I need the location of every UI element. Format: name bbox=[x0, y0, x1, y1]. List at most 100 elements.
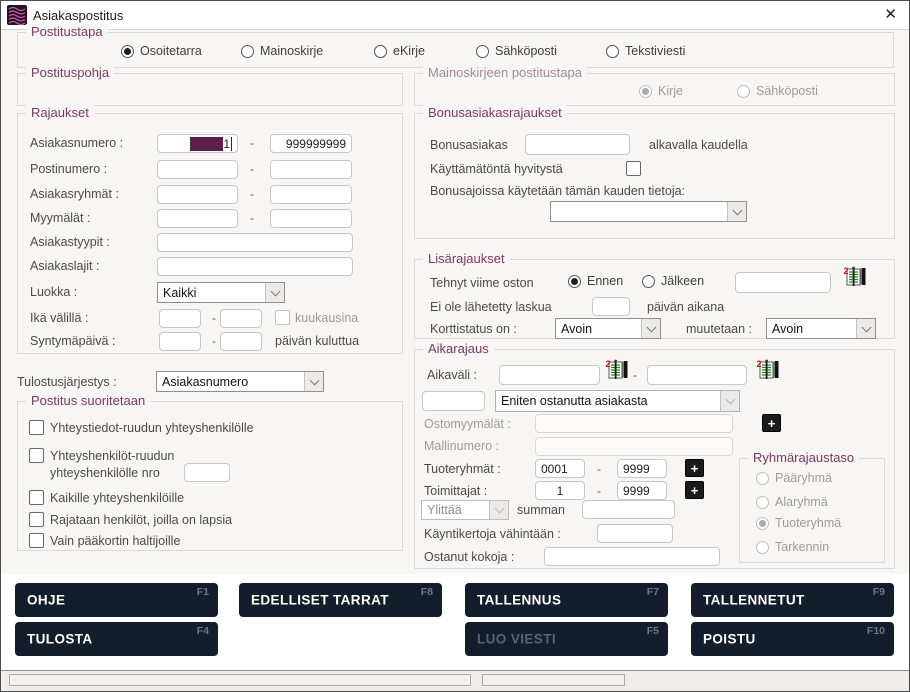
postinumero-from-field[interactable] bbox=[157, 160, 238, 179]
range-separator: - bbox=[633, 368, 637, 382]
calendar-lookup-icon[interactable]: 2 bbox=[605, 359, 631, 381]
bonus-legend: Bonusasiakasrajaukset bbox=[423, 105, 567, 120]
field-value: 9999 bbox=[623, 462, 650, 476]
radio-label: Tarkennin bbox=[775, 540, 829, 554]
svg-text:2: 2 bbox=[606, 359, 611, 369]
ika-to-field[interactable] bbox=[220, 309, 262, 328]
radio-kirje: Kirje bbox=[639, 84, 683, 98]
radio-sahkoposti[interactable]: Sähköposti bbox=[476, 44, 557, 58]
radio-ennen[interactable]: Ennen bbox=[568, 274, 623, 288]
poistu-button[interactable]: POISTU F10 bbox=[691, 622, 894, 656]
kayntikertoja-field[interactable] bbox=[597, 524, 673, 543]
radio-label: eKirje bbox=[393, 44, 425, 58]
myymalat-to-field[interactable] bbox=[270, 209, 352, 228]
asiakaslajit-field[interactable] bbox=[157, 257, 353, 276]
add-toimittajat-button[interactable]: + bbox=[685, 481, 704, 499]
toimittajat-from-field[interactable]: 1 bbox=[535, 481, 585, 500]
range-separator: - bbox=[250, 162, 254, 176]
kayttamaton-checkbox[interactable] bbox=[626, 161, 641, 176]
radio-label: Jälkeen bbox=[661, 274, 704, 288]
aikavali-from-field[interactable] bbox=[499, 365, 600, 385]
tallennus-button[interactable]: TALLENNUS F7 bbox=[465, 583, 668, 617]
radio-paaryhma: Pääryhmä bbox=[756, 471, 832, 485]
selected-value: Ylittää bbox=[427, 503, 462, 517]
ika-label: Ikä välillä : bbox=[30, 311, 88, 326]
bonusajot-label: Bonusajoissa käytetään tämän kauden tiet… bbox=[430, 184, 685, 199]
kaikille-checkbox[interactable] bbox=[29, 490, 44, 505]
edelliset-tarrat-button[interactable]: EDELLISET TARRAT F8 bbox=[239, 583, 442, 617]
selected-value: Kaikki bbox=[163, 286, 196, 300]
chevron-down-icon bbox=[265, 283, 284, 302]
calendar-lookup-icon[interactable]: 2 bbox=[843, 266, 869, 288]
radio-mainoskirje[interactable]: Mainoskirje bbox=[241, 44, 323, 58]
add-ostomyymalat-button[interactable]: + bbox=[762, 414, 781, 432]
radio-icon bbox=[642, 275, 655, 288]
button-label: EDELLISET TARRAT bbox=[251, 593, 389, 608]
aikavali-to-field[interactable] bbox=[647, 365, 747, 385]
tallennetut-button[interactable]: TALLENNETUT F9 bbox=[691, 583, 894, 617]
yhteyshenkilot-checkbox[interactable] bbox=[29, 448, 44, 463]
toimittajat-to-field[interactable]: 9999 bbox=[617, 481, 667, 500]
kuukausina-checkbox[interactable] bbox=[275, 310, 290, 325]
radio-label: Tuoteryhmä bbox=[775, 516, 841, 530]
ohje-button[interactable]: OHJE F1 bbox=[15, 583, 218, 617]
lasku-paivat-field[interactable] bbox=[592, 297, 630, 316]
tehnyt-date-field[interactable] bbox=[735, 272, 831, 293]
korttistatus-select[interactable]: Avoin bbox=[555, 318, 661, 339]
tuoteryhmat-from-field[interactable]: 0001 bbox=[535, 459, 585, 478]
postinumero-to-field[interactable] bbox=[270, 160, 352, 179]
radio-jalkeen[interactable]: Jälkeen bbox=[642, 274, 704, 288]
rajaukset-group: Rajaukset Asiakasnumero : 1 - 999999999 … bbox=[17, 113, 403, 354]
luokka-label: Luokka : bbox=[30, 285, 77, 300]
asiakasryhmat-to-field[interactable] bbox=[270, 185, 352, 204]
postituspohja-legend: Postituspohja bbox=[26, 65, 114, 80]
lapsia-checkbox[interactable] bbox=[29, 512, 44, 527]
paakortti-label: Vain pääkortin haltijoille bbox=[50, 534, 180, 549]
tulostusjarjestys-select[interactable]: Asiakasnumero bbox=[156, 371, 324, 392]
yhteyshenkilot-label2: yhteyshenkilölle nro bbox=[50, 466, 160, 481]
radio-tekstiviesti[interactable]: Tekstiviesti bbox=[606, 44, 685, 58]
kausi-select[interactable] bbox=[550, 201, 747, 222]
paakortti-checkbox[interactable] bbox=[29, 533, 44, 548]
tulosta-button[interactable]: TULOSTA F4 bbox=[15, 622, 218, 656]
lisarajaukset-legend: Lisärajaukset bbox=[423, 251, 510, 266]
yhteystiedot-checkbox[interactable] bbox=[29, 420, 44, 435]
asiakasnumero-from-field[interactable]: 1 bbox=[157, 134, 238, 153]
ika-from-field[interactable] bbox=[159, 309, 201, 328]
tuoteryhmat-to-field[interactable]: 9999 bbox=[617, 459, 667, 478]
ostanut-kokoja-label: Ostanut kokoja : bbox=[424, 550, 514, 565]
radio-osoitetarra[interactable]: Osoitetarra bbox=[121, 44, 202, 58]
yhteyshenkilo-nro-field[interactable] bbox=[184, 463, 230, 482]
summan-field[interactable] bbox=[582, 500, 675, 519]
close-icon[interactable]: ✕ bbox=[884, 5, 897, 23]
asiakasryhmat-from-field[interactable] bbox=[157, 185, 238, 204]
asiakastyypit-field[interactable] bbox=[157, 233, 353, 252]
bonusasiakas-field[interactable] bbox=[525, 134, 630, 155]
asiakaslajit-label: Asiakaslajit : bbox=[30, 259, 99, 274]
ryhmarajaustaso-group: Ryhmärajaustaso Pääryhmä Alaryhmä Tuoter… bbox=[739, 458, 885, 563]
asiakasmaara-field[interactable] bbox=[422, 391, 485, 411]
muutetaan-select[interactable]: Avoin bbox=[766, 318, 876, 339]
lisarajaukset-group: Lisärajaukset Tehnyt viime oston Ennen J… bbox=[414, 259, 895, 339]
eniten-ostanutta-select[interactable]: Eniten ostanutta asiakasta bbox=[495, 390, 740, 412]
calendar-lookup-icon[interactable]: 2 bbox=[756, 359, 782, 381]
radio-icon bbox=[639, 85, 652, 98]
tehnyt-viime-oston-label: Tehnyt viime oston bbox=[430, 276, 534, 291]
syntymapaiva-to-field[interactable] bbox=[220, 332, 262, 351]
postinumero-label: Postinumero : bbox=[30, 162, 107, 177]
radio-label: Osoitetarra bbox=[140, 44, 202, 58]
asiakasnumero-to-field[interactable]: 999999999 bbox=[270, 134, 352, 153]
radio-icon bbox=[241, 45, 254, 58]
tuoteryhmat-label: Tuoteryhmät : bbox=[424, 462, 501, 477]
ei-laskua-label: Ei ole lähetetty laskua bbox=[430, 300, 552, 315]
fkey-label: F5 bbox=[647, 625, 659, 637]
add-tuoteryhmat-button[interactable]: + bbox=[685, 459, 704, 477]
ostanut-kokoja-field[interactable] bbox=[544, 547, 720, 566]
radio-ekirje[interactable]: eKirje bbox=[374, 44, 425, 58]
svg-text:2: 2 bbox=[757, 359, 762, 369]
selected-value: Asiakasnumero bbox=[162, 375, 248, 389]
postitustapa-legend: Postitustapa bbox=[26, 24, 108, 39]
luokka-select[interactable]: Kaikki bbox=[157, 282, 285, 303]
myymalat-from-field[interactable] bbox=[157, 209, 238, 228]
syntymapaiva-from-field[interactable] bbox=[159, 332, 201, 351]
